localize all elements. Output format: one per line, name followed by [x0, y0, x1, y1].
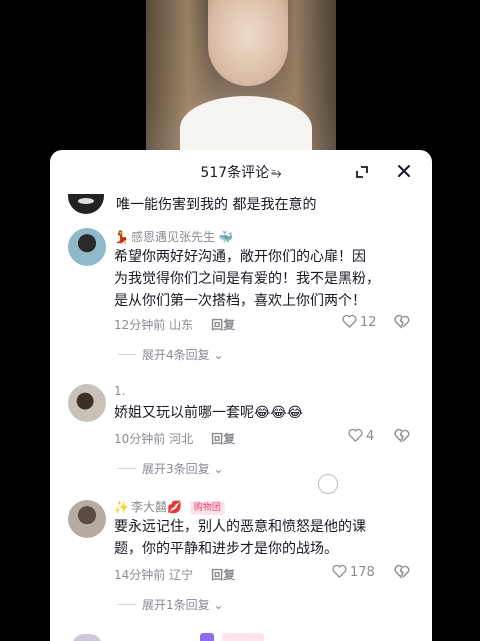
expand-replies-label: 展开3条回复	[142, 462, 210, 476]
comment-line: 是从你们第一次搭档，喜欢上你们两个！	[114, 293, 366, 309]
time-location: 10分钟前 河北	[114, 432, 194, 446]
avatar[interactable]	[72, 634, 102, 641]
like-count: 178	[350, 565, 375, 580]
shopping-group-badge: 购物团	[189, 501, 225, 515]
like-button[interactable]: 4	[348, 428, 374, 444]
author-prefix-emoji: 💃	[114, 230, 129, 244]
expand-icon[interactable]	[352, 162, 372, 182]
reply-button[interactable]: 回复	[211, 318, 235, 332]
comment-text: 希望你两好好沟通，敞开你们的心扉！因 为我觉得你们之间是有爱的！我不是黑粉， 是…	[114, 246, 414, 312]
comment-line: 娇姐又玩以前哪一套呢😂😂😂	[114, 405, 304, 421]
video-face	[208, 0, 288, 86]
author-name[interactable]: 感恩遇见张先生	[131, 230, 215, 244]
expand-replies-label: 展开1条回复	[142, 598, 210, 612]
like-button[interactable]: 178	[332, 564, 375, 580]
comment-meta: 10分钟前 河北 回复	[114, 430, 235, 447]
comment-line: 题，你的平静和进步才是你的战场。	[114, 541, 338, 557]
comment-text: 要永远记住，别人的恶意和愤怒是他的课 题，你的平静和进步才是你的战场。	[114, 516, 414, 560]
divider-line	[118, 604, 136, 605]
chevron-down-icon: ⌄	[213, 348, 224, 362]
divider-line	[118, 468, 136, 469]
badge-partial	[222, 633, 264, 641]
next-comment-partial	[50, 630, 432, 641]
comment-count-text: 517条评论	[200, 165, 270, 181]
heart-icon	[332, 564, 347, 578]
reply-button[interactable]: 回复	[211, 568, 235, 582]
chevron-down-icon: ⌄	[213, 462, 224, 476]
expand-replies-button[interactable]: 展开1条回复 ⌄	[118, 596, 224, 613]
expand-replies-button[interactable]: 展开3条回复 ⌄	[118, 460, 224, 477]
avatar[interactable]	[68, 228, 106, 266]
expand-replies-label: 展开4条回复	[142, 348, 210, 362]
comment-author[interactable]: ✨ 李大囍💋 购物团	[114, 498, 225, 515]
divider-line	[118, 354, 136, 355]
comment-text: 娇姐又玩以前哪一套呢😂😂😂	[114, 402, 414, 424]
comment-line: 要永远记住，别人的恶意和愤怒是他的课	[114, 519, 366, 535]
like-button[interactable]: 12	[342, 314, 377, 330]
reply-button[interactable]: 回复	[211, 432, 235, 446]
broken-heart-icon[interactable]	[394, 564, 410, 579]
avatar[interactable]	[68, 194, 104, 214]
broken-heart-icon[interactable]	[394, 314, 410, 329]
comment-line: 希望你两好好沟通，敞开你们的心扉！因	[114, 249, 366, 265]
level-badge-icon	[200, 633, 214, 641]
author-suffix-emoji: 🐳	[217, 230, 233, 244]
avatar[interactable]	[68, 384, 106, 422]
broken-heart-icon[interactable]	[394, 428, 410, 443]
comment-meta: 14分钟前 辽宁 回复	[114, 566, 235, 583]
sheet-header: 517条评论 ⥱	[50, 150, 432, 194]
expand-replies-button[interactable]: 展开4条回复 ⌄	[118, 346, 224, 363]
comment-author[interactable]: 1.	[114, 384, 125, 398]
comment-line: 为我觉得你们之间是有爱的！我不是黑粉，	[114, 271, 380, 287]
author-suffix-emoji: 💋	[166, 500, 182, 514]
comment-count-title: 517条评论 ⥱	[50, 162, 432, 182]
close-icon[interactable]	[394, 161, 414, 181]
heart-icon	[342, 314, 357, 328]
comment-sheet: 517条评论 ⥱ 唯一能伤害到我的 都是我在意的 💃 感恩遇见张先生 🐳 希望你两好好…	[50, 150, 432, 641]
comment-author[interactable]: 💃 感恩遇见张先生 🐳	[114, 228, 233, 245]
avatar[interactable]	[68, 500, 106, 538]
heart-icon	[348, 428, 363, 442]
author-prefix-emoji: ✨	[114, 500, 129, 514]
like-count: 12	[360, 315, 377, 330]
comment-text: 唯一能伤害到我的 都是我在意的	[116, 197, 317, 213]
time-location: 14分钟前 辽宁	[114, 568, 194, 582]
loading-spinner	[318, 474, 338, 494]
sort-icon[interactable]: ⥱	[271, 166, 281, 181]
like-count: 4	[366, 429, 375, 444]
comment-meta: 12分钟前 山东 回复	[114, 316, 235, 333]
author-name[interactable]: 1.	[114, 384, 125, 398]
chevron-down-icon: ⌄	[213, 598, 224, 612]
author-name[interactable]: 李大囍	[131, 500, 167, 514]
previous-comment: 唯一能伤害到我的 都是我在意的	[50, 194, 432, 224]
time-location: 12分钟前 山东	[114, 318, 194, 332]
video-player[interactable]	[0, 0, 480, 160]
